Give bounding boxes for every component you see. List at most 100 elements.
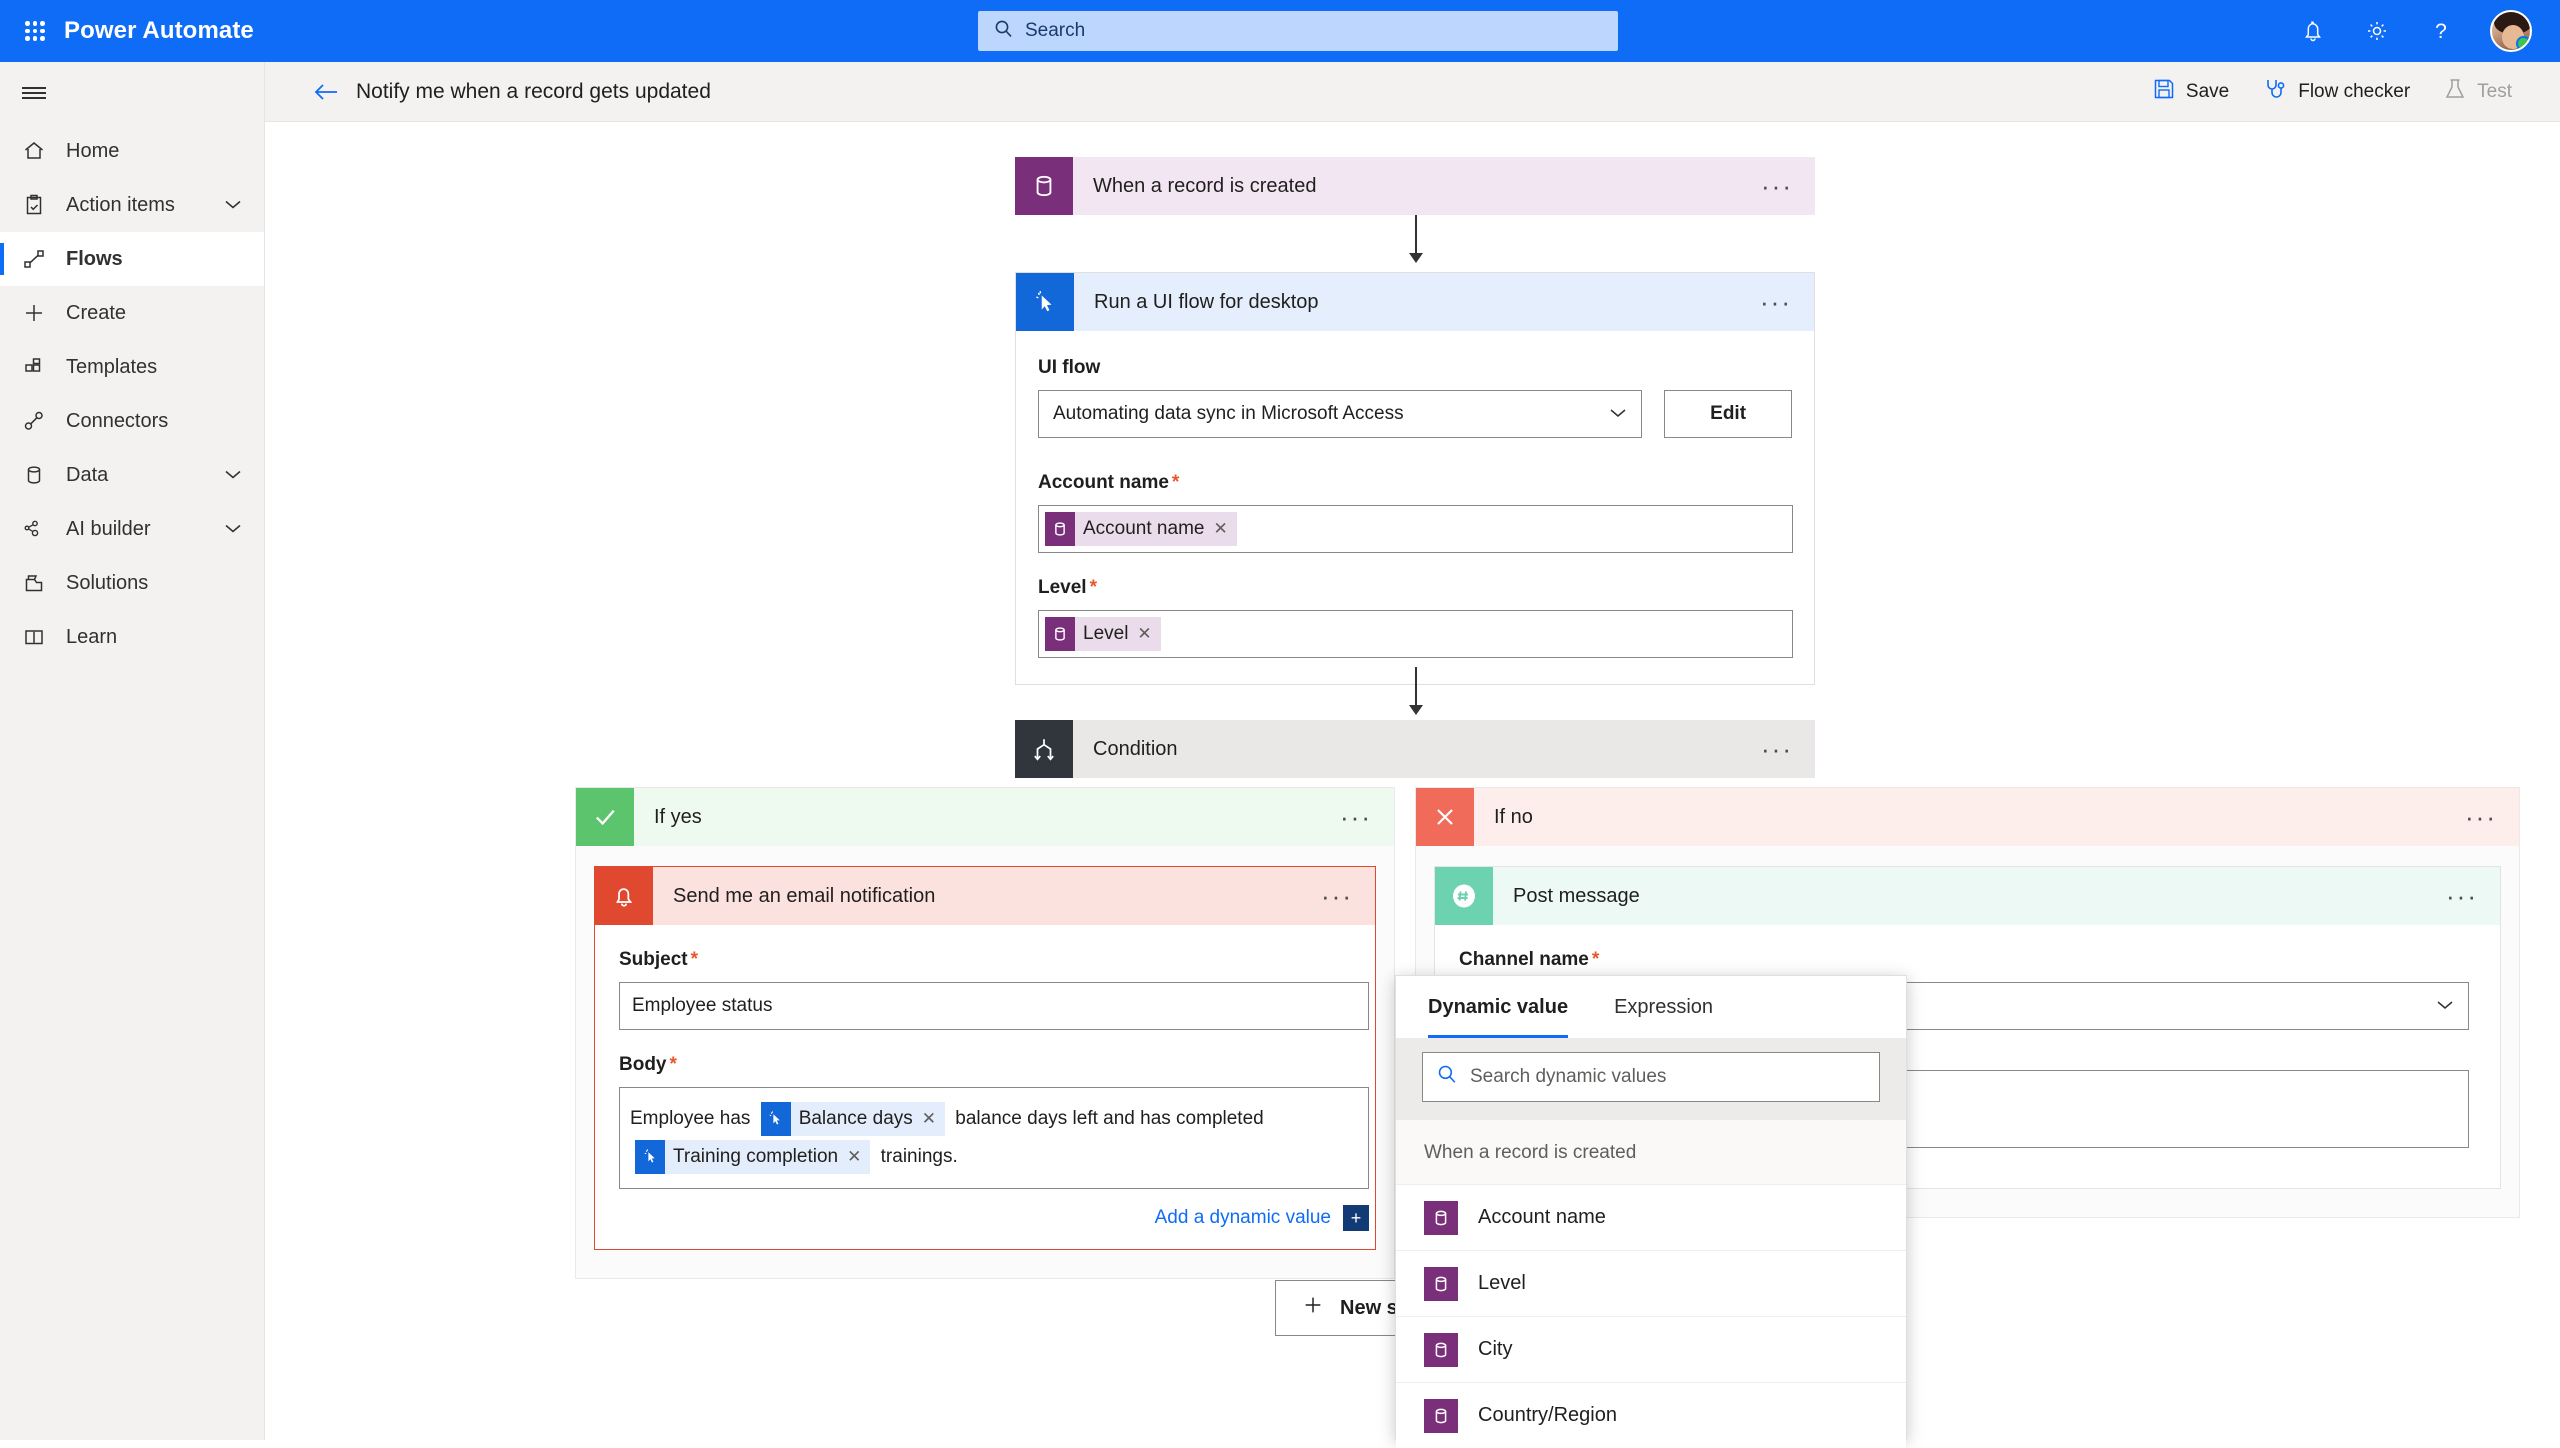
- trigger-card[interactable]: When a record is created ···: [1015, 157, 1815, 215]
- add-dynamic-value-icon[interactable]: +: [1343, 1205, 1369, 1231]
- dynamic-list-item-label: Account name: [1478, 1206, 1606, 1228]
- sidebar-item-learn[interactable]: Learn: [0, 610, 264, 664]
- dynamic-token[interactable]: Balance days ✕: [760, 1100, 946, 1138]
- ui-flow-card-menu-button[interactable]: ···: [1760, 289, 1792, 315]
- condition-card[interactable]: Condition ···: [1015, 720, 1815, 778]
- notifications-icon[interactable]: [2298, 16, 2328, 46]
- sidebar-item-label: Action items: [66, 193, 175, 216]
- sidebar-item-flows[interactable]: Flows: [0, 232, 264, 286]
- remove-token-icon[interactable]: ✕: [1213, 519, 1227, 539]
- if-no-header[interactable]: If no ···: [1416, 788, 2519, 846]
- database-icon: [1015, 157, 1073, 215]
- body-text-segment: Employee has: [630, 1108, 751, 1129]
- chevron-down-icon[interactable]: [224, 464, 242, 487]
- dynamic-search-input[interactable]: Search dynamic values: [1422, 1052, 1880, 1102]
- post-message-header[interactable]: Post message ···: [1435, 867, 2500, 925]
- ui-flow-select[interactable]: Automating data sync in Microsoft Access: [1038, 390, 1643, 438]
- dynamic-list-item[interactable]: Account name: [1396, 1184, 1906, 1250]
- ui-flow-card[interactable]: Run a UI flow for desktop ··· UI flow Au…: [1015, 272, 1815, 685]
- svg-text:?: ?: [2435, 20, 2447, 43]
- menu-icon[interactable]: [0, 62, 264, 124]
- flow-canvas: When a record is created ··· Run a UI fl…: [265, 122, 2560, 1448]
- condition-card-menu-button[interactable]: ···: [1761, 736, 1793, 762]
- settings-icon[interactable]: [2362, 16, 2392, 46]
- sidebar-item-home[interactable]: Home: [0, 124, 264, 178]
- save-button[interactable]: Save: [2153, 78, 2229, 106]
- dynamic-list-item-label: City: [1478, 1338, 1513, 1360]
- condition-branch-icon: [1015, 720, 1073, 778]
- ui-flow-select-value: Automating data sync in Microsoft Access: [1053, 403, 1404, 424]
- search-icon: [1437, 1064, 1458, 1090]
- chevron-down-icon[interactable]: [224, 518, 242, 541]
- header-icon-group: ?: [2298, 0, 2544, 62]
- edit-button[interactable]: Edit: [1664, 390, 1792, 438]
- subject-value: Employee status: [632, 995, 773, 1016]
- waffle-grid-icon[interactable]: [18, 14, 52, 48]
- remove-token-icon[interactable]: ✕: [922, 1100, 936, 1138]
- database-icon: [1424, 1332, 1458, 1367]
- test-button[interactable]: Test: [2444, 77, 2512, 107]
- global-search[interactable]: Search: [978, 11, 1618, 51]
- trigger-card-header[interactable]: When a record is created ···: [1015, 157, 1815, 215]
- tab-expression[interactable]: Expression: [1614, 976, 1713, 1038]
- sidebar-item-label: Learn: [66, 625, 118, 648]
- condition-card-title: Condition: [1093, 737, 1178, 760]
- email-action-card[interactable]: Send me an email notification ··· Subjec…: [594, 866, 1376, 1250]
- ui-flow-card-header[interactable]: Run a UI flow for desktop ···: [1016, 273, 1814, 331]
- if-no-menu-button[interactable]: ···: [2465, 804, 2497, 830]
- dynamic-token[interactable]: Level ✕: [1045, 617, 1161, 651]
- email-action-header[interactable]: Send me an email notification ···: [595, 867, 1375, 925]
- back-arrow-icon[interactable]: [313, 82, 339, 102]
- sidebar-item-label: Templates: [66, 355, 158, 378]
- sidebar-item-action-items[interactable]: Action items: [0, 178, 264, 232]
- subject-input[interactable]: Employee status: [619, 982, 1369, 1030]
- remove-token-icon[interactable]: ✕: [847, 1138, 861, 1176]
- dynamic-list-item[interactable]: Level: [1396, 1250, 1906, 1316]
- sidebar-item-label: Home: [66, 139, 120, 162]
- sidebar-item-ai-builder[interactable]: AI builder: [0, 502, 264, 556]
- add-dynamic-value-row[interactable]: Add a dynamic value +: [619, 1205, 1369, 1231]
- page-title: Notify me when a record gets updated: [356, 79, 711, 103]
- user-avatar[interactable]: [2490, 10, 2532, 52]
- clipboard-check-icon: [22, 193, 52, 217]
- chevron-down-icon[interactable]: [224, 194, 242, 217]
- sidebar-item-solutions[interactable]: Solutions: [0, 556, 264, 610]
- dynamic-token[interactable]: Training completion ✕: [635, 1138, 871, 1176]
- remove-token-icon[interactable]: ✕: [1137, 624, 1151, 644]
- flow-icon: [22, 247, 52, 271]
- templates-grid-icon: [22, 355, 52, 379]
- sidebar-item-connectors[interactable]: Connectors: [0, 394, 264, 448]
- flask-icon: [2444, 77, 2466, 107]
- trigger-card-menu-button[interactable]: ···: [1761, 173, 1793, 199]
- token-label: Balance days: [798, 1107, 913, 1129]
- sidebar-item-data[interactable]: Data: [0, 448, 264, 502]
- teams-channel-icon: [1435, 867, 1493, 925]
- add-dynamic-value-link[interactable]: Add a dynamic value: [1155, 1207, 1331, 1229]
- database-icon: [1045, 512, 1075, 546]
- search-input[interactable]: Search: [978, 11, 1618, 51]
- post-message-menu-button[interactable]: ···: [2446, 883, 2478, 909]
- body-input[interactable]: Employee has Balance days ✕ balance days…: [619, 1087, 1369, 1189]
- sidebar-item-create[interactable]: Create: [0, 286, 264, 340]
- account-name-input[interactable]: Account name ✕: [1038, 505, 1793, 553]
- if-yes-header[interactable]: If yes ···: [576, 788, 1394, 846]
- condition-card-header[interactable]: Condition ···: [1015, 720, 1815, 778]
- dynamic-list-item[interactable]: City: [1396, 1316, 1906, 1382]
- level-input[interactable]: Level ✕: [1038, 610, 1793, 658]
- flow-checker-button[interactable]: Flow checker: [2263, 77, 2410, 107]
- tab-dynamic-value[interactable]: Dynamic value: [1428, 976, 1569, 1038]
- sidebar-item-templates[interactable]: Templates: [0, 340, 264, 394]
- dynamic-token[interactable]: Account name ✕: [1045, 512, 1237, 546]
- help-icon[interactable]: ?: [2426, 16, 2456, 46]
- database-icon: [1424, 1266, 1458, 1301]
- dynamic-value-panel: Dynamic value Expression Search dynamic …: [1395, 975, 1907, 1448]
- ui-flow-cursor-icon: [1016, 273, 1074, 331]
- app-title: Power Automate: [64, 17, 254, 44]
- email-action-menu-button[interactable]: ···: [1321, 883, 1353, 909]
- plus-icon: [22, 301, 52, 325]
- solutions-icon: [22, 571, 52, 595]
- save-icon: [2153, 78, 2175, 106]
- dynamic-list-item[interactable]: Country/Region: [1396, 1382, 1906, 1448]
- if-yes-menu-button[interactable]: ···: [1340, 804, 1372, 830]
- token-label: Training completion: [673, 1145, 839, 1167]
